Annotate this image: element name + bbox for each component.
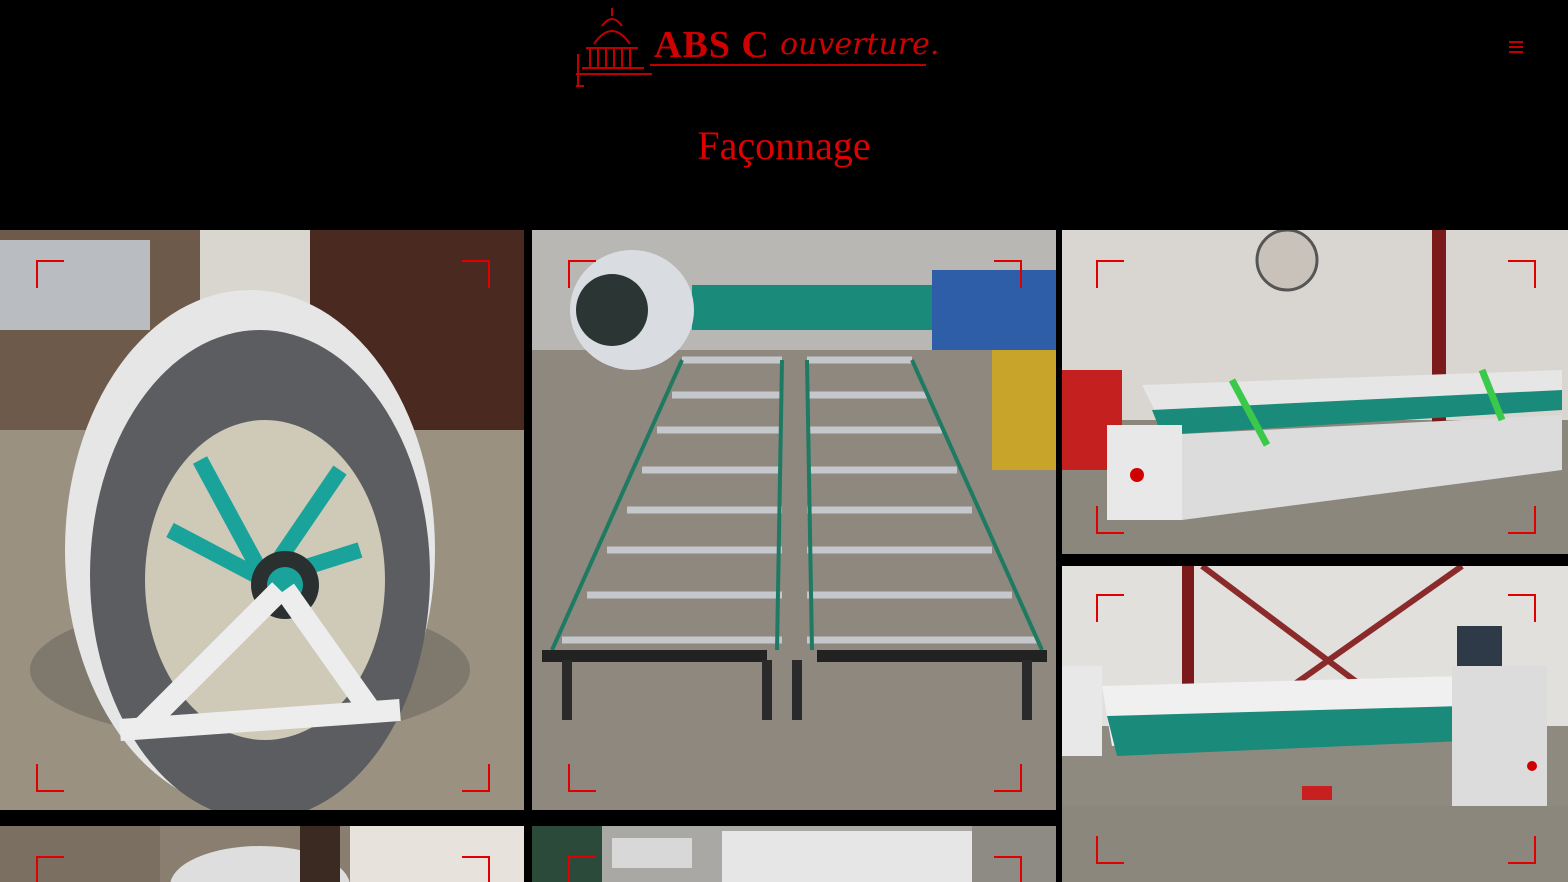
frame-corner [1096, 594, 1124, 622]
frame-corner [462, 764, 490, 792]
logo-underline [650, 64, 926, 66]
frame-corner [1508, 836, 1536, 864]
gallery-item-roller-conveyor[interactable] [532, 230, 1056, 816]
frame-corner [994, 856, 1022, 882]
photo-gallery [0, 230, 1568, 882]
capitol-dome-icon [576, 8, 652, 87]
page-title: Façonnage [697, 123, 871, 168]
frame-corner [462, 260, 490, 288]
frame-corner [1096, 836, 1124, 864]
folding-machine-straps-photo [1062, 230, 1568, 560]
logo-script: ouverture. [780, 27, 940, 62]
roller-conveyor-photo [532, 230, 1056, 816]
gallery-item-folding-machine-panel[interactable] [1062, 566, 1568, 882]
frame-corner [1508, 594, 1536, 622]
frame-corner [36, 260, 64, 288]
workshop-partial-photo [532, 826, 1056, 882]
frame-corner [1508, 506, 1536, 534]
gallery-item-coil-decoiler[interactable] [0, 230, 524, 816]
site-header: ABS C ouverture. Façonnage [0, 0, 1568, 230]
frame-corner [36, 764, 64, 792]
frame-corner [1096, 260, 1124, 288]
frame-corner [994, 260, 1022, 288]
folding-machine-panel-photo [1062, 566, 1568, 882]
coil-partial-photo [0, 826, 524, 882]
frame-corner [994, 764, 1022, 792]
frame-corner [568, 856, 596, 882]
frame-corner [36, 856, 64, 882]
gallery-item-workshop-partial[interactable] [532, 826, 1056, 882]
frame-corner [1096, 506, 1124, 534]
gallery-item-coil-partial[interactable] [0, 826, 524, 882]
coil-decoiler-photo [0, 230, 524, 816]
frame-corner [568, 260, 596, 288]
frame-corner [568, 764, 596, 792]
frame-corner [462, 856, 490, 882]
frame-corner [1508, 260, 1536, 288]
site-logo[interactable]: ABS C ouverture. [572, 4, 939, 90]
hamburger-menu-icon[interactable] [1504, 38, 1528, 60]
gallery-item-folding-machine-straps[interactable] [1062, 230, 1568, 560]
logo-wordmark: ABS C [654, 24, 770, 66]
